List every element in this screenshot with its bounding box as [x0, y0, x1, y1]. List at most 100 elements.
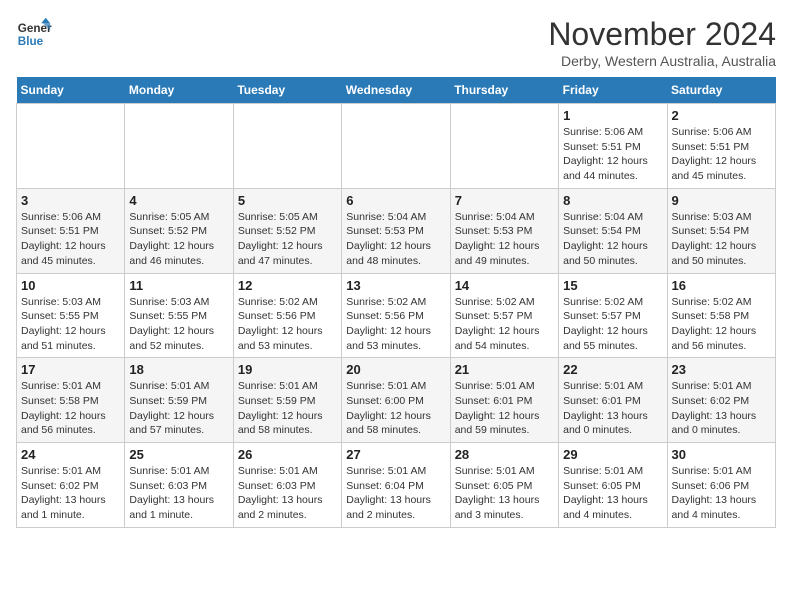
- calendar-cell: 1 Sunrise: 5:06 AMSunset: 5:51 PMDaylight…: [559, 104, 667, 189]
- day-number: 1: [563, 108, 662, 123]
- calendar-cell: 7Sunrise: 5:04 AMSunset: 5:53 PMDaylight…: [450, 188, 558, 273]
- calendar-cell: 6Sunrise: 5:04 AMSunset: 5:53 PMDaylight…: [342, 188, 450, 273]
- calendar-cell: 11 Sunrise: 5:03 AMSunset: 5:55 PMDayligh…: [125, 273, 233, 358]
- day-number: 11: [129, 278, 228, 293]
- calendar-cell: [342, 104, 450, 189]
- calendar-cell: [125, 104, 233, 189]
- day-info: Sunrise: 5:04 AMSunset: 5:54 PMDaylight:…: [563, 210, 662, 269]
- day-info: Sunrise: 5:02 AMSunset: 5:57 PMDaylight:…: [563, 295, 662, 354]
- calendar-cell: 5 Sunrise: 5:05 AMSunset: 5:52 PMDaylight…: [233, 188, 341, 273]
- day-info: Sunrise: 5:02 AMSunset: 5:56 PMDaylight:…: [346, 295, 445, 354]
- day-info: Sunrise: 5:06 AMSunset: 5:51 PMDaylight:…: [563, 125, 662, 184]
- day-info: Sunrise: 5:01 AMSunset: 6:04 PMDaylight:…: [346, 464, 445, 523]
- day-info: Sunrise: 5:01 AMSunset: 6:06 PMDaylight:…: [672, 464, 771, 523]
- day-info: Sunrise: 5:01 AMSunset: 5:59 PMDaylight:…: [238, 379, 337, 438]
- day-info: Sunrise: 5:05 AMSunset: 5:52 PMDaylight:…: [238, 210, 337, 269]
- day-number: 22: [563, 362, 662, 377]
- logo-icon: General Blue: [16, 16, 52, 52]
- day-info: Sunrise: 5:02 AMSunset: 5:56 PMDaylight:…: [238, 295, 337, 354]
- day-number: 2: [672, 108, 771, 123]
- day-number: 30: [672, 447, 771, 462]
- day-info: Sunrise: 5:06 AMSunset: 5:51 PMDaylight:…: [672, 125, 771, 184]
- day-info: Sunrise: 5:01 AMSunset: 6:01 PMDaylight:…: [455, 379, 554, 438]
- calendar-cell: 3 Sunrise: 5:06 AMSunset: 5:51 PMDaylight…: [17, 188, 125, 273]
- col-thursday: Thursday: [450, 77, 558, 104]
- calendar-cell: 13 Sunrise: 5:02 AMSunset: 5:56 PMDayligh…: [342, 273, 450, 358]
- week-row-4: 17 Sunrise: 5:01 AMSunset: 5:58 PMDayligh…: [17, 358, 776, 443]
- day-info: Sunrise: 5:04 AMSunset: 5:53 PMDaylight:…: [455, 210, 554, 269]
- col-saturday: Saturday: [667, 77, 775, 104]
- calendar-cell: [17, 104, 125, 189]
- calendar-cell: 25 Sunrise: 5:01 AMSunset: 6:03 PMDayligh…: [125, 443, 233, 528]
- calendar-cell: 14Sunrise: 5:02 AMSunset: 5:57 PMDayligh…: [450, 273, 558, 358]
- day-number: 15: [563, 278, 662, 293]
- calendar-cell: [450, 104, 558, 189]
- page-header: General Blue November 2024 Derby, Wester…: [16, 16, 776, 69]
- day-info: Sunrise: 5:01 AMSunset: 6:02 PMDaylight:…: [672, 379, 771, 438]
- title-area: November 2024 Derby, Western Australia, …: [548, 16, 776, 69]
- day-number: 3: [21, 193, 120, 208]
- day-number: 21: [455, 362, 554, 377]
- day-number: 27: [346, 447, 445, 462]
- calendar-cell: 28Sunrise: 5:01 AMSunset: 6:05 PMDayligh…: [450, 443, 558, 528]
- day-number: 12: [238, 278, 337, 293]
- calendar-cell: 17 Sunrise: 5:01 AMSunset: 5:58 PMDayligh…: [17, 358, 125, 443]
- day-info: Sunrise: 5:01 AMSunset: 6:05 PMDaylight:…: [563, 464, 662, 523]
- col-wednesday: Wednesday: [342, 77, 450, 104]
- week-row-2: 3 Sunrise: 5:06 AMSunset: 5:51 PMDaylight…: [17, 188, 776, 273]
- svg-text:Blue: Blue: [18, 35, 44, 48]
- day-number: 5: [238, 193, 337, 208]
- calendar-cell: 22 Sunrise: 5:01 AMSunset: 6:01 PMDayligh…: [559, 358, 667, 443]
- day-number: 19: [238, 362, 337, 377]
- day-info: Sunrise: 5:01 AMSunset: 5:59 PMDaylight:…: [129, 379, 228, 438]
- day-info: Sunrise: 5:01 AMSunset: 6:00 PMDaylight:…: [346, 379, 445, 438]
- day-info: Sunrise: 5:04 AMSunset: 5:53 PMDaylight:…: [346, 210, 445, 269]
- week-row-1: 1 Sunrise: 5:06 AMSunset: 5:51 PMDaylight…: [17, 104, 776, 189]
- day-info: Sunrise: 5:02 AMSunset: 5:57 PMDaylight:…: [455, 295, 554, 354]
- calendar-cell: [233, 104, 341, 189]
- calendar-cell: 8 Sunrise: 5:04 AMSunset: 5:54 PMDaylight…: [559, 188, 667, 273]
- calendar-cell: 30 Sunrise: 5:01 AMSunset: 6:06 PMDayligh…: [667, 443, 775, 528]
- day-number: 26: [238, 447, 337, 462]
- calendar-cell: 19 Sunrise: 5:01 AMSunset: 5:59 PMDayligh…: [233, 358, 341, 443]
- calendar-cell: 10Sunrise: 5:03 AMSunset: 5:55 PMDayligh…: [17, 273, 125, 358]
- calendar-cell: 9 Sunrise: 5:03 AMSunset: 5:54 PMDaylight…: [667, 188, 775, 273]
- day-info: Sunrise: 5:03 AMSunset: 5:55 PMDaylight:…: [129, 295, 228, 354]
- day-number: 25: [129, 447, 228, 462]
- day-number: 17: [21, 362, 120, 377]
- day-info: Sunrise: 5:06 AMSunset: 5:51 PMDaylight:…: [21, 210, 120, 269]
- col-friday: Friday: [559, 77, 667, 104]
- day-number: 9: [672, 193, 771, 208]
- day-info: Sunrise: 5:01 AMSunset: 6:02 PMDaylight:…: [21, 464, 120, 523]
- day-number: 10: [21, 278, 120, 293]
- calendar-cell: 18Sunrise: 5:01 AMSunset: 5:59 PMDayligh…: [125, 358, 233, 443]
- calendar-table: Sunday Monday Tuesday Wednesday Thursday…: [16, 77, 776, 528]
- calendar-cell: 16Sunrise: 5:02 AMSunset: 5:58 PMDayligh…: [667, 273, 775, 358]
- calendar-cell: 23 Sunrise: 5:01 AMSunset: 6:02 PMDayligh…: [667, 358, 775, 443]
- calendar-cell: 26 Sunrise: 5:01 AMSunset: 6:03 PMDayligh…: [233, 443, 341, 528]
- calendar-cell: 15 Sunrise: 5:02 AMSunset: 5:57 PMDayligh…: [559, 273, 667, 358]
- calendar-header-row: Sunday Monday Tuesday Wednesday Thursday…: [17, 77, 776, 104]
- location: Derby, Western Australia, Australia: [548, 53, 776, 69]
- day-info: Sunrise: 5:01 AMSunset: 6:03 PMDaylight:…: [238, 464, 337, 523]
- day-info: Sunrise: 5:05 AMSunset: 5:52 PMDaylight:…: [129, 210, 228, 269]
- day-number: 8: [563, 193, 662, 208]
- day-info: Sunrise: 5:01 AMSunset: 6:01 PMDaylight:…: [563, 379, 662, 438]
- day-number: 24: [21, 447, 120, 462]
- day-number: 13: [346, 278, 445, 293]
- day-number: 29: [563, 447, 662, 462]
- logo: General Blue: [16, 16, 52, 52]
- day-info: Sunrise: 5:01 AMSunset: 5:58 PMDaylight:…: [21, 379, 120, 438]
- week-row-3: 10 Sunrise: 5:03 AMSunset: 5:55 PMDayligh…: [17, 273, 776, 358]
- day-info: Sunrise: 5:01 AMSunset: 6:03 PMDaylight:…: [129, 464, 228, 523]
- col-tuesday: Tuesday: [233, 77, 341, 104]
- month-title: November 2024: [548, 16, 776, 53]
- calendar-cell: 20 Sunrise: 5:01 AMSunset: 6:00 PMDayligh…: [342, 358, 450, 443]
- col-monday: Monday: [125, 77, 233, 104]
- day-number: 20: [346, 362, 445, 377]
- day-info: Sunrise: 5:03 AMSunset: 5:54 PMDaylight:…: [672, 210, 771, 269]
- col-sunday: Sunday: [17, 77, 125, 104]
- day-number: 23: [672, 362, 771, 377]
- calendar-cell: 4Sunrise: 5:05 AMSunset: 5:52 PMDaylight…: [125, 188, 233, 273]
- day-number: 28: [455, 447, 554, 462]
